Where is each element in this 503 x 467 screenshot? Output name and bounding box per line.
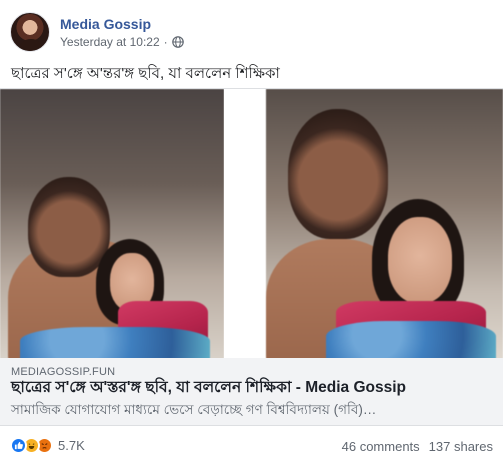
post-meta: Yesterday at 10:22 ·: [60, 35, 184, 49]
post-header: Media Gossip Yesterday at 10:22 ·: [10, 9, 184, 55]
like-icon: [10, 437, 27, 454]
page-avatar[interactable]: [10, 12, 50, 52]
feed-post: Media Gossip Yesterday at 10:22 · ছাত্রে…: [0, 0, 503, 467]
link-preview-image[interactable]: [0, 88, 503, 358]
link-domain: MEDIAGOSSIP.FUN: [11, 366, 116, 378]
reactions-summary[interactable]: 5.7K: [10, 437, 85, 454]
header-text: Media Gossip Yesterday at 10:22 ·: [60, 15, 184, 49]
post-message: ছাত্রের স'ঙ্গে অ'ন্তর'ঙ্গ ছবি, যা বললেন …: [11, 65, 280, 82]
engagement-stats: 46 comments 137 shares: [342, 439, 493, 454]
link-preview[interactable]: MEDIAGOSSIP.FUN ছাত্রের স'ঙ্গে অ'স্তর'ঙ্…: [0, 358, 503, 426]
meta-separator: ·: [163, 35, 168, 49]
shares-count[interactable]: 137 shares: [429, 439, 493, 454]
link-title[interactable]: ছাত্রের স'ঙ্গে অ'স্তর'ঙ্গ ছবি, যা বললেন …: [11, 378, 406, 398]
page-name-link[interactable]: Media Gossip: [60, 15, 184, 33]
link-description: সামাজিক যোগাযোগ মাধ্যমে ভেসে বেড়াচ্ছে গ…: [11, 402, 377, 417]
comments-count[interactable]: 46 comments: [342, 439, 420, 454]
photo-right: [266, 89, 503, 358]
post-footer: 5.7K 46 comments 137 shares: [0, 426, 503, 467]
post-timestamp[interactable]: Yesterday at 10:22: [60, 35, 160, 49]
reaction-count[interactable]: 5.7K: [58, 438, 85, 453]
photo-left: [0, 89, 224, 358]
image-gap: [224, 89, 266, 358]
stats-spacer: [420, 439, 429, 454]
globe-icon[interactable]: [171, 36, 184, 48]
